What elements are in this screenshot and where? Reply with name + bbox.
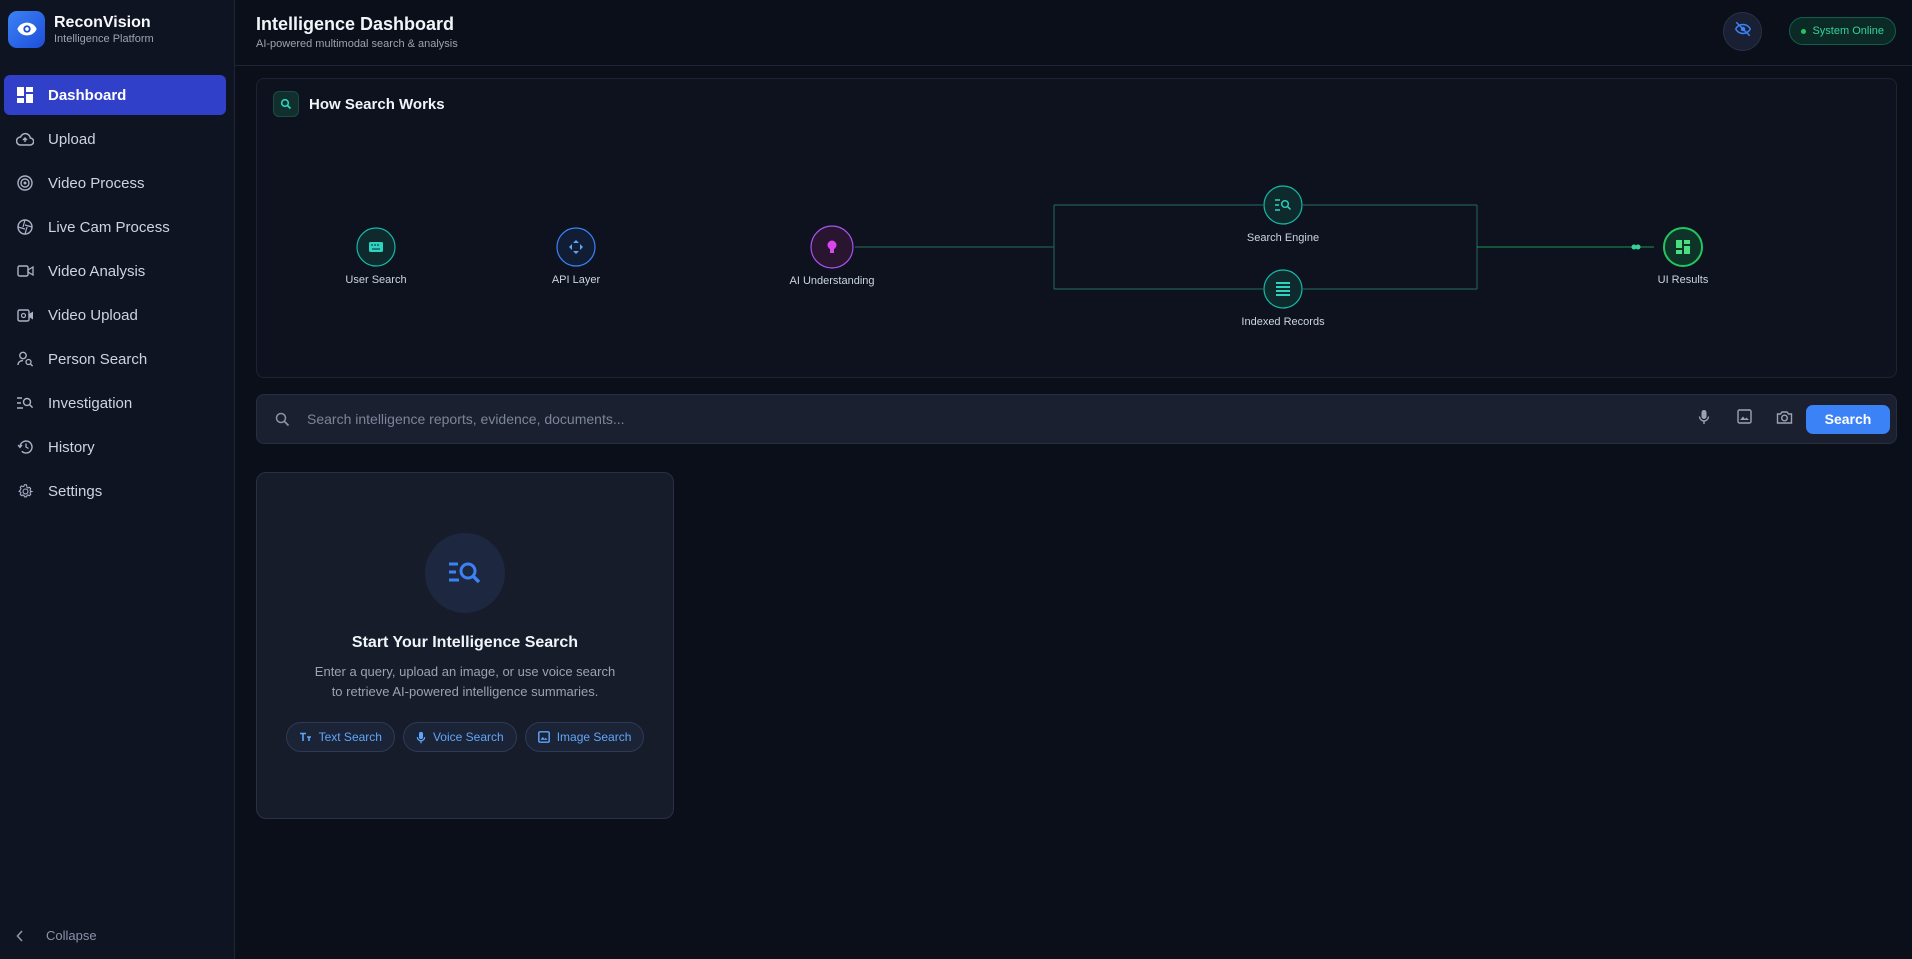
videocam-icon xyxy=(16,262,34,280)
search-bar: Search xyxy=(256,394,1897,444)
page-title: Intelligence Dashboard xyxy=(256,14,455,34)
node-label-user-search: User Search xyxy=(345,274,407,286)
voice-search-pill[interactable]: Voice Search xyxy=(402,722,517,752)
history-icon xyxy=(16,438,34,456)
sidebar-item-investigation[interactable]: Investigation xyxy=(4,383,226,423)
sidebar-item-history[interactable]: History xyxy=(4,427,226,467)
flow-header: How Search Works xyxy=(273,91,445,117)
node-indexed-records xyxy=(1263,269,1303,309)
sidebar-item-label: Settings xyxy=(48,482,103,500)
sidebar-item-label: Video Upload xyxy=(48,306,138,324)
sidebar-item-dashboard[interactable]: Dashboard xyxy=(4,75,226,115)
voice-search-button[interactable] xyxy=(1684,399,1724,439)
sidebar-item-label: Video Process xyxy=(48,174,145,192)
sidebar-item-label: Person Search xyxy=(48,350,148,368)
eye-icon xyxy=(8,10,45,48)
video-settings-icon xyxy=(16,306,34,324)
sidebar-item-label: Dashboard xyxy=(48,86,127,104)
node-label-api-layer: API Layer xyxy=(551,274,601,286)
image-icon xyxy=(1736,409,1752,429)
node-user-search xyxy=(356,227,396,267)
sidebar-item-label: Live Cam Process xyxy=(48,218,170,236)
sidebar-item-label: Upload xyxy=(48,130,96,148)
flow-title: How Search Works xyxy=(309,95,445,113)
search-mode-pills: Text Search Voice Search Image Search xyxy=(257,722,673,752)
image-search-button[interactable] xyxy=(1724,399,1764,439)
person-search-icon xyxy=(16,350,34,368)
node-ui-results xyxy=(1663,227,1703,267)
brand-subtitle: Intelligence Platform xyxy=(54,32,154,45)
sidebar: ReconVision Intelligence Platform Dashbo… xyxy=(0,0,235,959)
app-root: ReconVision Intelligence Platform Dashbo… xyxy=(0,0,1912,959)
start-card-description-line: to retrieve AI-powered intelligence summ… xyxy=(331,684,599,699)
sidebar-item-video-analysis[interactable]: Video Analysis xyxy=(4,251,226,291)
status-text: System Online xyxy=(1812,25,1884,37)
collapse-label: Collapse xyxy=(46,928,97,943)
status-dot-icon xyxy=(1801,28,1807,34)
sidebar-item-label: Video Analysis xyxy=(48,262,146,280)
search-input[interactable] xyxy=(307,399,1684,439)
eye-off-icon xyxy=(1734,20,1752,43)
start-search-card: Start Your Intelligence Search Enter a q… xyxy=(256,472,674,819)
camera-search-button[interactable] xyxy=(1764,399,1804,439)
node-label-indexed-records: Indexed Records xyxy=(1241,316,1325,328)
sidebar-nav: Dashboard Upload Video Process Live Cam … xyxy=(0,58,234,511)
pill-label: Text Search xyxy=(318,730,382,744)
shutter-icon xyxy=(16,218,34,236)
image-search-pill[interactable]: Image Search xyxy=(524,722,645,752)
text-fields-icon xyxy=(299,732,312,742)
image-icon xyxy=(537,731,550,743)
pill-label: Image Search xyxy=(556,730,632,744)
node-api-layer xyxy=(556,227,596,267)
sidebar-item-live-cam-process[interactable]: Live Cam Process xyxy=(4,207,226,247)
sidebar-item-upload[interactable]: Upload xyxy=(4,119,226,159)
chevron-left-icon xyxy=(16,929,32,942)
sidebar-item-label: History xyxy=(48,438,95,456)
camera-icon xyxy=(1776,410,1793,429)
node-label-search-engine: Search Engine xyxy=(1246,232,1320,244)
search-flow-panel: How Search Works User Search API Layer A… xyxy=(256,78,1897,378)
cloud-upload-icon xyxy=(16,130,34,148)
page-header: Intelligence Dashboard AI-powered multim… xyxy=(235,0,1912,66)
search-icon xyxy=(257,412,307,427)
mic-icon xyxy=(1698,409,1710,430)
search-button[interactable]: Search xyxy=(1806,404,1890,434)
dashboard-icon xyxy=(16,86,34,104)
brand[interactable]: ReconVision Intelligence Platform xyxy=(0,0,234,58)
start-card-title: Start Your Intelligence Search xyxy=(351,634,579,651)
manage-search-icon xyxy=(16,394,34,412)
manage-search-icon xyxy=(425,533,505,613)
privacy-toggle-button[interactable] xyxy=(1723,12,1762,51)
sidebar-item-video-process[interactable]: Video Process xyxy=(4,163,226,203)
start-card-description: Enter a query, upload an image, or use v… xyxy=(257,662,673,702)
text-search-pill[interactable]: Text Search xyxy=(285,722,395,752)
sidebar-item-label: Investigation xyxy=(48,394,133,412)
search-icon xyxy=(273,91,299,117)
collapse-button[interactable]: Collapse xyxy=(16,928,97,943)
start-card-description-line: Enter a query, upload an image, or use v… xyxy=(314,664,616,679)
node-label-ai-understanding: AI Understanding xyxy=(789,275,875,287)
sidebar-item-video-upload[interactable]: Video Upload xyxy=(4,295,226,335)
mic-icon xyxy=(416,731,426,744)
pill-label: Voice Search xyxy=(432,730,504,744)
brand-name: ReconVision xyxy=(54,13,151,31)
status-badge: System Online xyxy=(1789,17,1896,45)
main-content: Intelligence Dashboard AI-powered multim… xyxy=(235,0,1912,959)
page-subtitle: AI-powered multimodal search & analysis xyxy=(256,38,458,50)
gear-icon xyxy=(16,482,34,500)
flow-diagram xyxy=(356,185,1703,309)
sidebar-item-settings[interactable]: Settings xyxy=(4,471,226,511)
sidebar-item-person-search[interactable]: Person Search xyxy=(4,339,226,379)
node-label-ui-results: UI Results xyxy=(1657,274,1709,286)
target-icon xyxy=(16,174,34,192)
flow-pulse-dot xyxy=(1635,244,1641,250)
node-ai-understanding xyxy=(810,225,854,269)
node-search-engine xyxy=(1263,185,1303,225)
